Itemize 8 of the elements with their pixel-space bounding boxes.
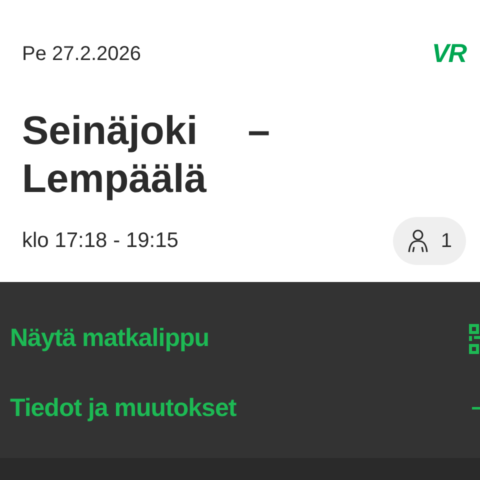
route-title: Seinäjoki – Lempäälä <box>22 108 270 203</box>
trip-date: Pe 27.2.2026 <box>22 42 141 66</box>
passenger-count-button[interactable]: 1 <box>392 217 466 265</box>
action-link[interactable]: Näytä matkalippu <box>10 320 210 358</box>
logo: VR <box>432 37 466 70</box>
trip-time: klo 17:18 - 19:15 <box>22 228 178 254</box>
action-link[interactable]: Tiedot ja muutokset <box>10 390 236 428</box>
person-icon <box>406 229 429 253</box>
